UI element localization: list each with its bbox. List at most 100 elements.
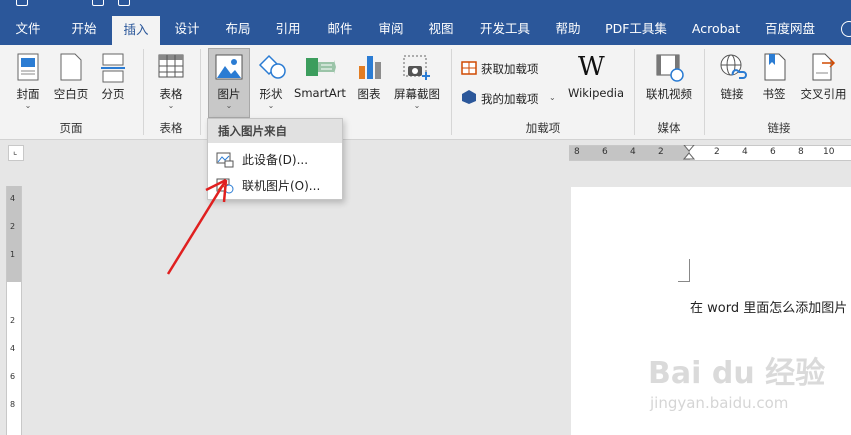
wikipedia-button[interactable]: W Wikipedia <box>566 49 626 115</box>
tab-review[interactable]: 审阅 <box>366 12 416 45</box>
ruler-number: 4 <box>742 147 748 157</box>
page-break-button[interactable]: 分页 <box>95 49 131 115</box>
cross-reference-label: 交叉引用 <box>800 87 847 101</box>
group-label-links: 链接 <box>767 121 791 135</box>
online-video-icon <box>656 54 684 82</box>
undo-icon[interactable] <box>92 0 104 6</box>
tab-acrobat[interactable]: Acrobat <box>680 12 752 45</box>
table-label: 表格 <box>159 87 183 101</box>
indent-marker-icon[interactable] <box>683 145 695 161</box>
ruler-number: 8 <box>574 147 580 157</box>
margin-corner-mark <box>678 259 690 282</box>
ruler-number: 2 <box>714 147 720 157</box>
ruler-number: 4 <box>10 344 16 353</box>
ruler-number: 4 <box>630 147 636 157</box>
tab-stop-selector[interactable]: ⌞ <box>8 145 24 161</box>
store-icon <box>461 61 477 75</box>
get-addins-label: 获取加载项 <box>481 62 539 76</box>
group-label-tables: 表格 <box>159 121 183 135</box>
smartart-label: SmartArt <box>294 86 346 100</box>
pictures-label: 图片 <box>217 87 241 101</box>
shapes-button[interactable]: 形状 ⌄ <box>254 49 288 115</box>
cover-page-button[interactable]: 封面 ⌄ <box>10 49 46 115</box>
tab-baidu-netdisk[interactable]: 百度网盘 <box>752 12 828 45</box>
save-icon[interactable] <box>16 0 28 6</box>
ribbon-tab-bar: 文件 开始 插入 设计 布局 引用 邮件 审阅 视图 开发工具 帮助 PDF工具… <box>0 12 851 45</box>
ruler-number: 2 <box>658 147 664 157</box>
bookmark-button[interactable]: 书签 <box>756 49 792 115</box>
tab-insert[interactable]: 插入 <box>112 16 160 45</box>
this-device-label: 此设备(D)... <box>242 153 309 167</box>
chevron-down-icon: ⌄ <box>225 101 233 110</box>
baidu-watermark-logo: Bai du 经验 <box>648 356 826 391</box>
left-tab-icon: ⌞ <box>13 147 18 157</box>
cross-reference-button[interactable]: 交叉引用 <box>796 49 851 115</box>
tab-design[interactable]: 设计 <box>160 12 214 45</box>
dropdown-header: 插入图片来自 <box>208 119 342 143</box>
smartart-button[interactable]: SmartArt <box>292 49 348 115</box>
get-addins-button[interactable]: 获取加载项 <box>459 57 557 79</box>
ruler-number: 6 <box>770 147 776 157</box>
group-label-addins: 加载项 <box>525 121 561 135</box>
horizontal-ruler[interactable]: 8 6 4 2 2 4 6 8 10 <box>569 145 851 161</box>
ruler-number: 10 <box>823 147 835 157</box>
page-break-label: 分页 <box>101 87 125 101</box>
screenshot-icon <box>403 55 430 80</box>
ruler-number: 8 <box>10 400 16 409</box>
ruler-number: 2 <box>10 222 16 231</box>
tab-mailings[interactable]: 邮件 <box>314 12 366 45</box>
chart-label: 图表 <box>357 87 381 101</box>
bookmark-icon <box>764 53 786 81</box>
tab-view[interactable]: 视图 <box>416 12 466 45</box>
blank-page-button[interactable]: 空白页 <box>50 49 92 115</box>
annotation-arrow-icon <box>166 178 228 275</box>
cross-reference-icon <box>812 53 836 81</box>
group-separator <box>200 49 201 135</box>
blank-page-label: 空白页 <box>53 87 89 101</box>
print-preview-icon[interactable] <box>118 0 130 6</box>
my-addins-button[interactable]: 我的加载项 ⌄ <box>459 87 563 109</box>
document-text[interactable]: 在 word 里面怎么添加图片 <box>690 297 847 316</box>
cover-page-label: 封面 <box>16 87 40 101</box>
chevron-down-icon: ⌄ <box>267 101 275 110</box>
tab-layout[interactable]: 布局 <box>214 12 262 45</box>
group-separator <box>704 49 705 135</box>
group-label-media: 媒体 <box>657 121 681 135</box>
page-break-icon <box>101 53 125 83</box>
ruler-number: 8 <box>798 147 804 157</box>
tab-developer[interactable]: 开发工具 <box>466 12 544 45</box>
pictures-button[interactable]: 图片 ⌄ <box>208 48 250 118</box>
shapes-label: 形状 <box>259 87 283 101</box>
tell-me-bulb-icon[interactable] <box>841 21 851 37</box>
tab-pdf-tools[interactable]: PDF工具集 <box>592 12 680 45</box>
chart-icon <box>359 56 381 79</box>
ruler-number: 2 <box>10 316 16 325</box>
chevron-down-icon: ⌄ <box>167 101 175 110</box>
group-separator <box>143 49 144 135</box>
table-icon <box>158 54 184 78</box>
group-separator <box>451 49 452 135</box>
tab-file[interactable]: 文件 <box>0 12 56 45</box>
cover-page-icon <box>17 53 39 81</box>
online-pictures-label: 联机图片(O)... <box>242 179 321 193</box>
screenshot-button[interactable]: 屏幕截图 ⌄ <box>390 49 444 115</box>
ruler-number: 1 <box>10 250 16 259</box>
tab-help[interactable]: 帮助 <box>544 12 592 45</box>
blank-page-icon <box>60 53 82 81</box>
link-globe-icon <box>720 54 747 79</box>
chevron-down-icon: ⌄ <box>24 101 32 110</box>
tab-references[interactable]: 引用 <box>262 12 314 45</box>
chart-button[interactable]: 图表 <box>352 49 386 115</box>
vertical-ruler[interactable]: 4 2 1 2 4 6 8 <box>6 186 22 435</box>
shapes-icon <box>258 54 286 79</box>
online-video-button[interactable]: 联机视频 <box>642 49 696 115</box>
online-video-label: 联机视频 <box>646 87 692 101</box>
group-separator <box>634 49 635 135</box>
link-label: 链接 <box>720 87 744 101</box>
ribbon: 封面 ⌄ 空白页 分页 页面 表格 ⌄ 表格 图片 ⌄ 形状 ⌄ SmartAr… <box>0 45 851 140</box>
chevron-down-icon: ⌄ <box>549 93 556 102</box>
table-button[interactable]: 表格 ⌄ <box>150 49 192 115</box>
tab-home[interactable]: 开始 <box>56 12 112 45</box>
link-button[interactable]: 链接 <box>712 49 752 119</box>
ruler-number: 4 <box>10 194 16 203</box>
